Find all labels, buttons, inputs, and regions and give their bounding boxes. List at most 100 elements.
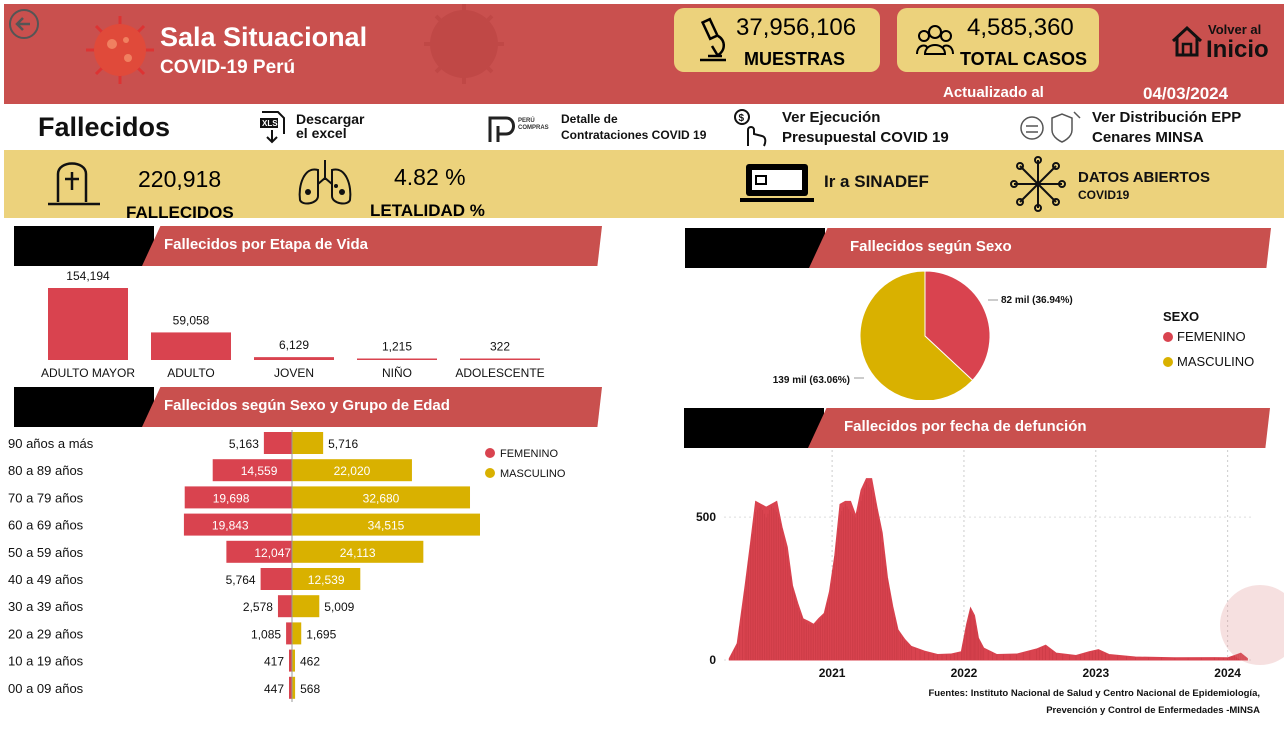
epp-line2: Cenares MINSA [1092, 129, 1204, 146]
age-group-label: 90 años a más [8, 436, 94, 451]
epp-line1: Ver Distribución EPP [1092, 109, 1242, 126]
etapa-bar [48, 288, 128, 360]
svg-text:$: $ [739, 113, 745, 124]
legend-dot-femenino [1163, 332, 1173, 342]
legend-dot-masculino [485, 468, 495, 478]
total-casos-card: 4,585,360 TOTAL CASOS [897, 8, 1099, 72]
virus-background-icon [424, 4, 504, 84]
total-casos-value: 4,585,360 [967, 14, 1074, 41]
femenino-value: 447 [264, 682, 284, 696]
microscope-icon [700, 17, 726, 62]
ejecucion-line2: Presupuestal COVID 19 [782, 129, 949, 146]
etapa-bar [460, 358, 540, 360]
grupo-title: Fallecidos según Sexo y Grupo de Edad [164, 397, 450, 414]
legend-label-femenino: FEMENINO [1177, 329, 1246, 344]
y-tick-label: 0 [709, 653, 716, 667]
chart-fecha-defuncion: 2021 2022 2023 20240500 [696, 450, 1254, 680]
contrataciones-line2: Contrataciones COVID 19 [561, 128, 707, 142]
x-tick-label: 2022 [951, 666, 978, 680]
masculino-value: 462 [300, 655, 320, 669]
x-tick-label: 2021 [819, 666, 846, 680]
updated-label: Actualizado al [943, 84, 1044, 101]
sinadef-link[interactable]: Ir a SINADEF [740, 160, 960, 206]
deaths-area [728, 478, 1248, 661]
lungs-icon [298, 160, 352, 205]
etapa-bar [254, 357, 334, 360]
app-subtitle: COVID-19 Perú [160, 57, 296, 78]
datos-abiertos-line1: DATOS ABIERTOS [1078, 169, 1210, 186]
muestras-label: MUESTRAS [744, 49, 846, 69]
app-title: Sala Situacional [160, 22, 368, 52]
peru-compras-logo: PERÚ COMPRAS [518, 118, 549, 131]
etapa-bar [357, 358, 437, 360]
etapa-category-label: NIÑO [382, 366, 412, 380]
sexo-title: Fallecidos según Sexo [850, 238, 1012, 255]
etapa-bar-label: 1,215 [382, 340, 412, 354]
sexo-legend: FEMENINO MASCULINO [1163, 329, 1254, 369]
virus-decoration-icon [1220, 585, 1284, 665]
age-group-label: 00 a 09 años [8, 681, 84, 696]
etapa-category-label: ADOLESCENTE [455, 366, 544, 380]
back-arrow-icon[interactable] [8, 8, 40, 40]
page-title: Fallecidos [38, 112, 171, 142]
femenino-value: 19,843 [212, 519, 249, 533]
age-group-label: 60 a 69 años [8, 518, 84, 533]
legend-label-femenino: FEMENINO [500, 448, 559, 460]
masculino-bar [292, 432, 324, 454]
volver-line2: Inicio [1206, 36, 1269, 63]
letalidad-value: 4.82 % [394, 164, 466, 190]
contrataciones-link[interactable]: PERÚ COMPRAS Detalle de Contrataciones C… [486, 110, 716, 146]
masculino-bar [292, 595, 320, 618]
x-tick-label: 2023 [1082, 666, 1109, 680]
sexo-banner: Fallecidos según Sexo [685, 228, 1271, 268]
age-group-label: 50 a 59 años [8, 545, 84, 560]
peru-compras-icon [488, 116, 515, 142]
masculino-value: 5,009 [324, 600, 354, 614]
updated-date: 04/03/2024 [1143, 84, 1229, 103]
fallecidos-label: FALLECIDOS [126, 203, 234, 222]
age-group-label: 70 a 79 años [8, 490, 84, 505]
source-line1: Fuentes: Instituto Nacional de Salud y C… [928, 688, 1261, 699]
chart-sexo-pie: 82 mil (36.94%) 139 mil (63.06%) [773, 270, 1073, 400]
etapa-bar-label: 59,058 [173, 313, 210, 327]
ejecucion-presupuestal-link[interactable]: $ Ver Ejecución Presupuestal COVID 19 [730, 108, 970, 148]
age-group-label: 30 a 39 años [8, 599, 84, 614]
femenino-bar [263, 432, 292, 454]
datos-abiertos-line2: COVID19 [1078, 188, 1130, 202]
masculino-value: 1,695 [306, 627, 336, 641]
download-excel-button[interactable]: XLS Descargar el excel [258, 110, 378, 146]
grupo-banner: Fallecidos según Sexo y Grupo de Edad [14, 387, 602, 427]
etapa-category-label: ADULTO [167, 366, 215, 380]
volver-inicio-button[interactable]: Volver al Inicio [1168, 18, 1272, 66]
age-group-label: 10 a 19 años [8, 654, 84, 669]
etapa-bar-label: 6,129 [279, 338, 309, 352]
svg-text:XLS: XLS [262, 119, 278, 128]
fecha-title: Fallecidos por fecha de defunción [844, 418, 1087, 435]
femenino-value: 5,764 [226, 573, 256, 587]
pie-label-femenino: 82 mil (36.94%) [1001, 295, 1073, 306]
fallecidos-value: 220,918 [138, 166, 222, 192]
legend-label-masculino: MASCULINO [500, 468, 566, 480]
masculino-value: 32,680 [363, 491, 400, 505]
etapa-banner: Fallecidos por Etapa de Vida [14, 226, 602, 266]
femenino-value: 14,559 [241, 464, 278, 478]
femenino-bar [286, 622, 292, 645]
legend-label-masculino: MASCULINO [1177, 354, 1254, 369]
distribucion-epp-link[interactable]: Ver Distribución EPP Cenares MINSA [1018, 108, 1278, 148]
people-icon [916, 25, 954, 55]
excel-download-icon: XLS [260, 111, 285, 144]
masculino-value: 22,020 [334, 464, 371, 478]
femenino-value: 12,047 [254, 546, 291, 560]
home-icon [1171, 25, 1203, 57]
femenino-value: 2,578 [243, 600, 273, 614]
age-group-label: 80 a 89 años [8, 463, 84, 478]
femenino-value: 1,085 [251, 627, 281, 641]
datos-abiertos-link[interactable]: DATOS ABIERTOS COVID19 [1010, 156, 1250, 212]
femenino-bar [277, 595, 292, 618]
age-group-label: 20 a 29 años [8, 626, 84, 641]
computer-icon [740, 164, 814, 202]
femenino-value: 19,698 [213, 491, 250, 505]
pie-label-masculino: 139 mil (63.06%) [773, 375, 850, 386]
contrataciones-line1: Detalle de [561, 112, 618, 126]
chart-grupo-edad: 90 años a más 5,163 5,716 80 a 89 años 14,55… [8, 430, 566, 702]
